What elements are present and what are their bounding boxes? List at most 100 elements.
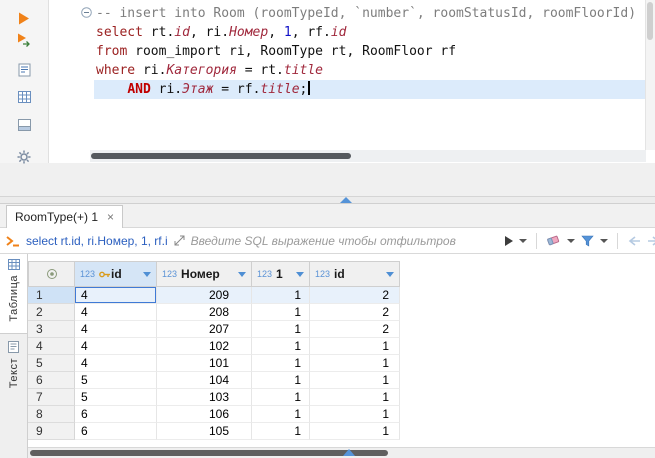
- code-line[interactable]: where ri.Категория = rt.title: [96, 61, 323, 80]
- filter-query[interactable]: select rt.id, ri.Номер, 1, rf.i: [26, 234, 168, 248]
- expand-filter-icon[interactable]: [174, 235, 185, 246]
- grid-cell[interactable]: 1: [252, 372, 310, 389]
- row-number[interactable]: 9: [28, 423, 75, 440]
- grid-cell[interactable]: 102: [157, 338, 252, 355]
- grid-cell[interactable]: 4: [75, 304, 157, 321]
- grid-cell[interactable]: 1: [310, 406, 400, 423]
- code-line[interactable]: AND ri.Этаж = rf.title;: [96, 80, 310, 99]
- grid-cell[interactable]: 209: [157, 287, 252, 304]
- grid-cell[interactable]: 1: [252, 389, 310, 406]
- grid-cell[interactable]: 106: [157, 406, 252, 423]
- code-line[interactable]: select rt.id, ri.Номер, 1, rf.id: [96, 23, 347, 42]
- grid-cell[interactable]: 1: [310, 389, 400, 406]
- filters-menu-caret-icon[interactable]: [600, 239, 608, 243]
- grid-cell[interactable]: 5: [75, 372, 157, 389]
- execute-script-icon[interactable]: [13, 31, 35, 49]
- grid-cell[interactable]: 1: [310, 372, 400, 389]
- close-icon[interactable]: ×: [107, 210, 114, 224]
- column-menu-icon[interactable]: [296, 272, 304, 277]
- grid-cell[interactable]: 4: [75, 338, 157, 355]
- code-token: rf: [237, 82, 253, 97]
- column-menu-icon[interactable]: [238, 272, 246, 277]
- grid-cell[interactable]: 1: [310, 423, 400, 440]
- tab-text-view[interactable]: Текст: [0, 336, 27, 406]
- grid-cell[interactable]: 104: [157, 372, 252, 389]
- code-token: [151, 82, 159, 97]
- code-token: AND: [127, 82, 150, 97]
- next-page-icon[interactable]: [647, 236, 655, 246]
- grid-cell[interactable]: 105: [157, 423, 252, 440]
- hscrollbar-thumb[interactable]: [91, 153, 351, 159]
- code-token: ,: [190, 25, 206, 40]
- grid-cell[interactable]: 207: [157, 321, 252, 338]
- grid-cell[interactable]: 1: [252, 304, 310, 321]
- execute-statement-icon[interactable]: [13, 9, 35, 27]
- clear-filter-caret-icon[interactable]: [567, 239, 575, 243]
- row-number[interactable]: 5: [28, 355, 75, 372]
- grid-cell[interactable]: 208: [157, 304, 252, 321]
- table-row: 4410211: [28, 338, 655, 355]
- grid-cell[interactable]: 4: [75, 355, 157, 372]
- grid-cell[interactable]: 1: [252, 406, 310, 423]
- table-row: 6510411: [28, 372, 655, 389]
- column-menu-icon[interactable]: [386, 272, 394, 277]
- editor-vscrollbar[interactable]: [645, 0, 655, 150]
- apply-filter-icon[interactable]: [505, 236, 513, 246]
- code-token: rt: [260, 63, 276, 78]
- filter-input[interactable]: Введите SQL выражение чтобы отфильтров: [191, 232, 499, 250]
- clear-filter-icon[interactable]: [546, 234, 561, 247]
- row-number[interactable]: 1: [28, 287, 75, 304]
- output-panel-icon[interactable]: [13, 116, 35, 134]
- panel-splitter[interactable]: [0, 196, 655, 204]
- results-tab[interactable]: RoomType(+) 1 ×: [6, 205, 123, 228]
- row-number[interactable]: 8: [28, 406, 75, 423]
- row-number[interactable]: 3: [28, 321, 75, 338]
- grid-cell[interactable]: 1: [252, 287, 310, 304]
- column-menu-icon[interactable]: [143, 272, 151, 277]
- editor-hscrollbar[interactable]: [90, 150, 646, 162]
- code-line[interactable]: -- insert into Room (roomTypeId, `number…: [96, 4, 636, 23]
- hscrollbar-thumb[interactable]: [30, 450, 388, 456]
- grid-cell[interactable]: 2: [310, 304, 400, 321]
- fold-collapse-icon[interactable]: [81, 7, 92, 18]
- explain-plan-icon[interactable]: [13, 61, 35, 79]
- code-area[interactable]: -- insert into Room (roomTypeId, `number…: [96, 0, 645, 149]
- grid-cell[interactable]: 1: [252, 338, 310, 355]
- filters-menu-icon[interactable]: [581, 235, 594, 247]
- column-header-nomer[interactable]: 123 Номер: [157, 261, 252, 287]
- row-number[interactable]: 7: [28, 389, 75, 406]
- column-header-id2[interactable]: 123 id: [310, 261, 400, 287]
- grid-view-icon[interactable]: [13, 88, 35, 106]
- filter-history-caret-icon[interactable]: [519, 239, 527, 243]
- settings-gear-icon[interactable]: [13, 148, 35, 166]
- grid-hscrollbar[interactable]: [28, 447, 655, 458]
- grid-cell[interactable]: 1: [310, 355, 400, 372]
- grid-cell[interactable]: 4: [75, 287, 157, 304]
- prev-page-icon[interactable]: [627, 236, 641, 246]
- row-number[interactable]: 6: [28, 372, 75, 389]
- collapse-panel-icon[interactable]: [343, 449, 355, 456]
- grid-cell[interactable]: 2: [310, 321, 400, 338]
- collapse-panel-icon[interactable]: [340, 197, 352, 203]
- vscrollbar-thumb[interactable]: [647, 2, 653, 40]
- grid-cell[interactable]: 6: [75, 423, 157, 440]
- grid-cell[interactable]: 2: [310, 287, 400, 304]
- grid-cell[interactable]: 1: [252, 321, 310, 338]
- tab-grid-view[interactable]: Таблица: [0, 254, 27, 334]
- row-number[interactable]: 4: [28, 338, 75, 355]
- code-line[interactable]: from room_import ri, RoomType rt, RoomFl…: [96, 42, 456, 61]
- sql-editor[interactable]: -- insert into Room (roomTypeId, `number…: [0, 0, 655, 163]
- grid-cell[interactable]: 5: [75, 389, 157, 406]
- grid-cell[interactable]: 103: [157, 389, 252, 406]
- grid-cell[interactable]: 1: [252, 423, 310, 440]
- grid-cell[interactable]: 1: [310, 338, 400, 355]
- row-filler: [400, 355, 655, 372]
- grid-cell[interactable]: 4: [75, 321, 157, 338]
- column-header-id[interactable]: 123 id: [75, 261, 157, 287]
- row-number[interactable]: 2: [28, 304, 75, 321]
- grid-cell[interactable]: 6: [75, 406, 157, 423]
- grid-cell[interactable]: 1: [252, 355, 310, 372]
- column-header-1[interactable]: 123 1: [252, 261, 310, 287]
- corner-config-icon[interactable]: [28, 261, 75, 287]
- grid-cell[interactable]: 101: [157, 355, 252, 372]
